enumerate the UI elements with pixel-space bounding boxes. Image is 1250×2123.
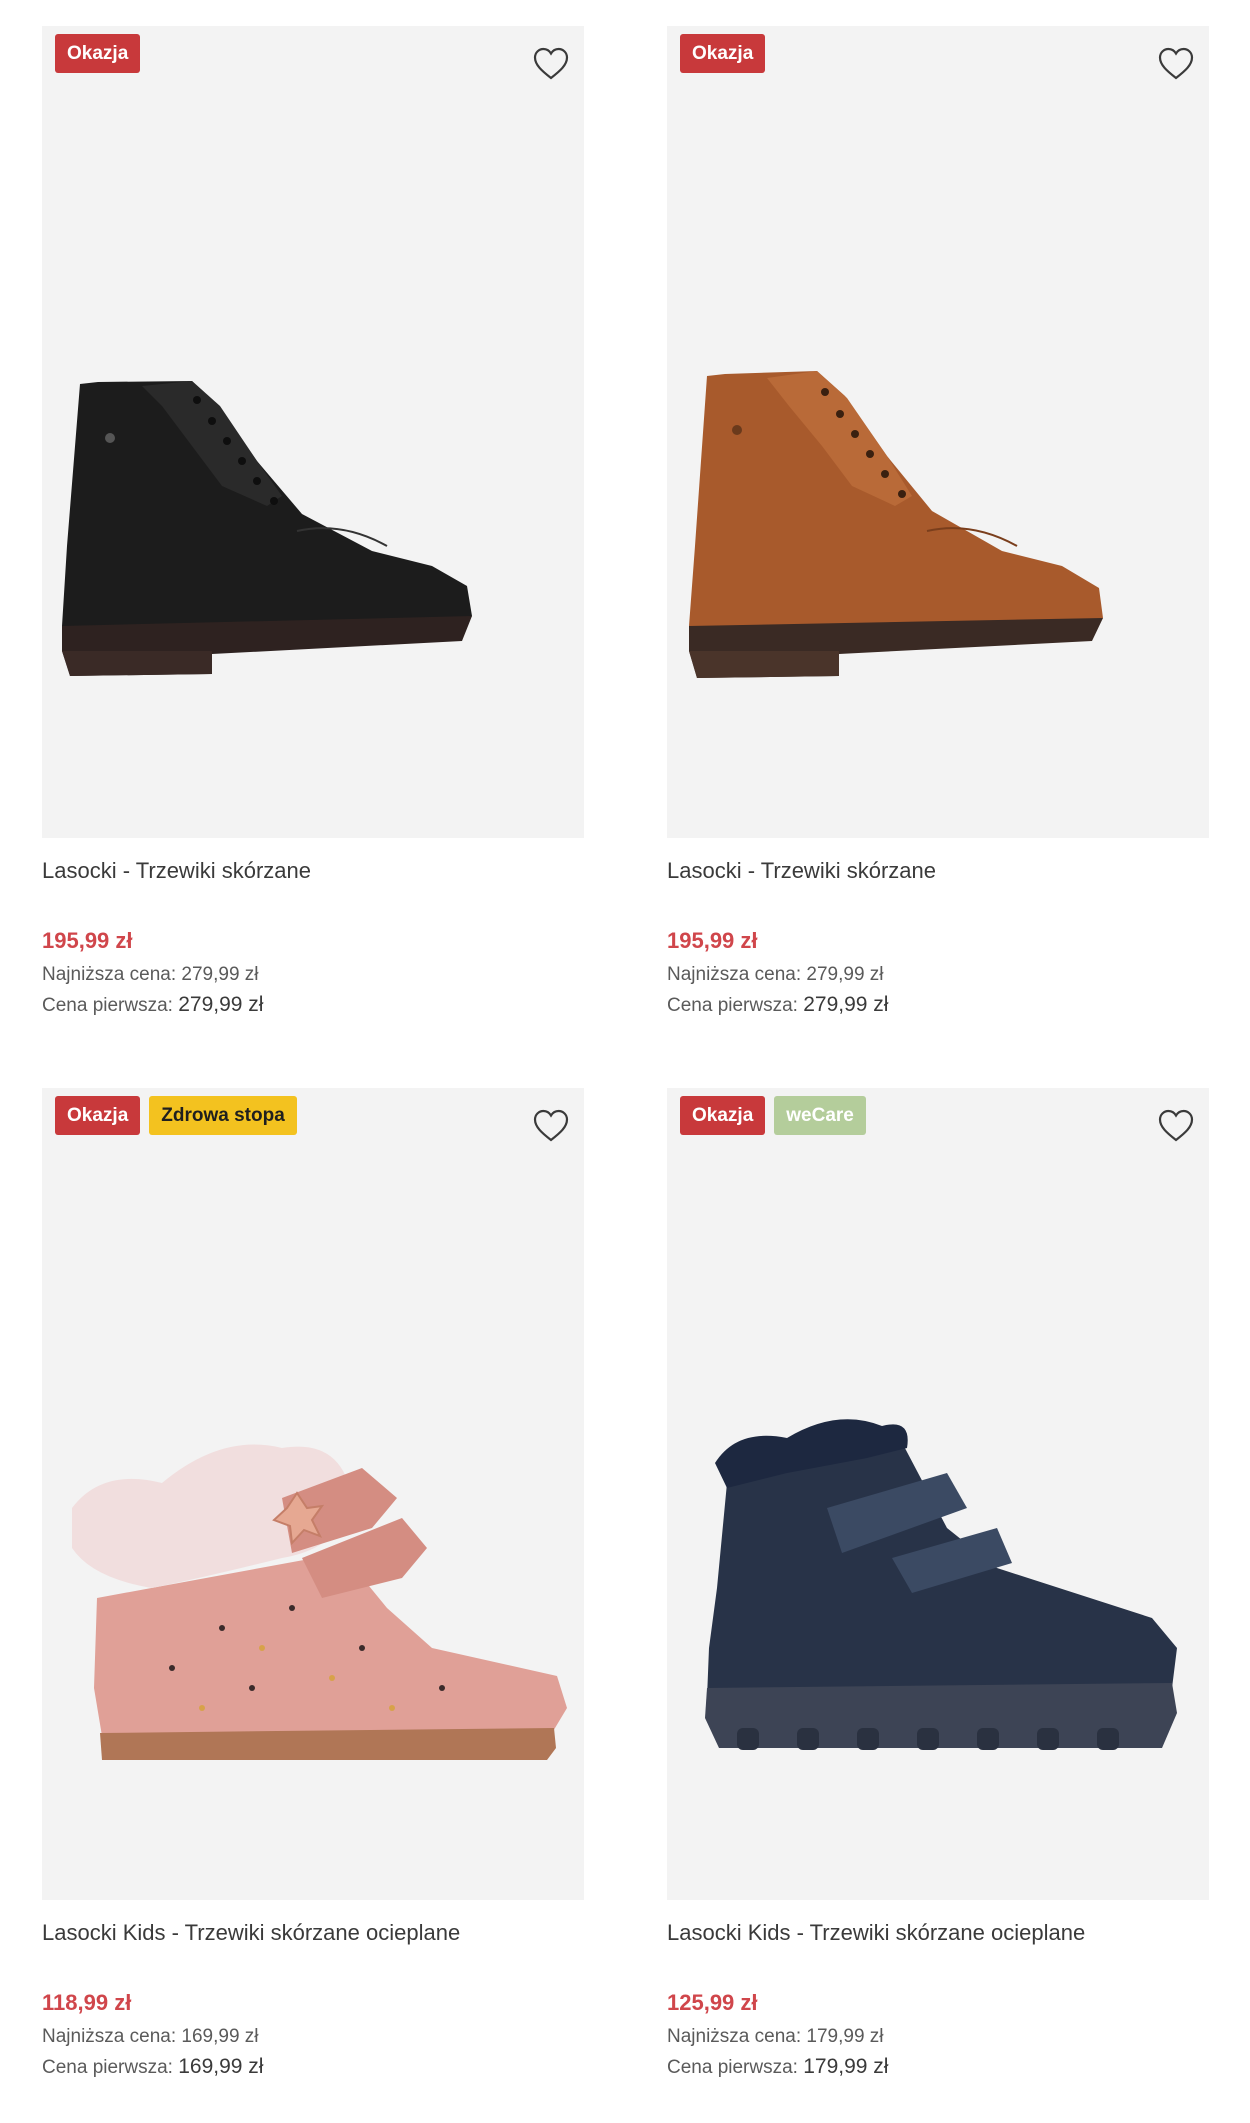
pink-kids-boot-image: [72, 1444, 567, 1760]
wishlist-button[interactable]: [1157, 1108, 1195, 1144]
lowest-price-label: Najniższa cena:: [667, 2026, 802, 2047]
badge-okazja: Okazja: [55, 1096, 141, 1135]
badge-group: Okazja Zdrowa stopa: [55, 1096, 297, 1135]
original-price-label: Cena pierwsza:: [42, 2057, 173, 2078]
lowest-price-label: Najniższa cena:: [42, 2026, 177, 2047]
original-price: Cena pierwsza: 169,99 zł: [42, 2052, 584, 2083]
badge-wecare: weCare: [774, 1096, 866, 1135]
product-card[interactable]: Okazja Zdrowa stopa Lasocki Kids - Trzewi…: [42, 1088, 584, 2083]
lowest-price: Najniższa cena: 179,99 zł: [667, 2022, 1209, 2052]
wishlist-button[interactable]: [532, 1108, 570, 1144]
lowest-price: Najniższa cena: 279,99 zł: [667, 960, 1209, 990]
product-image[interactable]: Okazja Zdrowa stopa: [42, 1088, 584, 1900]
lowest-price-label: Najniższa cena:: [667, 964, 802, 985]
brown-leather-boot-image: [689, 371, 1103, 678]
product-price: 195,99 zł: [42, 928, 133, 953]
heart-outline-icon: [533, 47, 569, 80]
badge-group: Okazja weCare: [680, 1096, 866, 1135]
product-price: 125,99 zł: [667, 1990, 758, 2015]
product-image[interactable]: Okazja weCare: [667, 1088, 1209, 1900]
original-price-value: 279,99 zł: [803, 993, 889, 1016]
product-card[interactable]: Okazja weCare Lasocki Kids - Trzewiki skó…: [667, 1088, 1209, 2083]
original-price: Cena pierwsza: 279,99 zł: [667, 990, 1209, 1021]
original-price-label: Cena pierwsza:: [667, 995, 798, 1016]
lowest-price-label: Najniższa cena:: [42, 964, 177, 985]
lowest-price-value: 179,99 zł: [806, 2026, 884, 2047]
wishlist-button[interactable]: [532, 46, 570, 82]
original-price: Cena pierwsza: 179,99 zł: [667, 2052, 1209, 2083]
lowest-price: Najniższa cena: 169,99 zł: [42, 2022, 584, 2052]
lowest-price-value: 279,99 zł: [806, 964, 884, 985]
black-leather-boot-image: [62, 381, 472, 676]
product-title[interactable]: Lasocki - Trzewiki skórzane: [42, 856, 584, 886]
badge-group: Okazja: [55, 34, 141, 73]
badge-okazja: Okazja: [55, 34, 141, 73]
badge-okazja: Okazja: [680, 34, 766, 73]
original-price-value: 169,99 zł: [178, 2055, 264, 2078]
product-card[interactable]: Okazja Lasocki - Trzewiki skórzane 195,9…: [42, 26, 584, 1021]
lowest-price-value: 169,99 zł: [181, 2026, 259, 2047]
badge-okazja: Okazja: [680, 1096, 766, 1135]
badge-zdrowa: Zdrowa stopa: [149, 1096, 297, 1135]
product-image[interactable]: Okazja: [42, 26, 584, 838]
heart-outline-icon: [1158, 1109, 1194, 1142]
original-price-value: 279,99 zł: [178, 993, 264, 1016]
lowest-price-value: 279,99 zł: [181, 964, 259, 985]
badge-group: Okazja: [680, 34, 766, 73]
original-price: Cena pierwsza: 279,99 zł: [42, 990, 584, 1021]
product-price: 118,99 zł: [42, 1990, 132, 2015]
product-title[interactable]: Lasocki - Trzewiki skórzane: [667, 856, 1209, 886]
product-card[interactable]: Okazja Lasocki - Trzewiki skórzane 195,9…: [667, 26, 1209, 1021]
navy-kids-boot-image: [705, 1419, 1177, 1750]
product-price: 195,99 zł: [667, 928, 758, 953]
original-price-label: Cena pierwsza:: [667, 2057, 798, 2078]
heart-outline-icon: [1158, 47, 1194, 80]
product-title[interactable]: Lasocki Kids - Trzewiki skórzane ociepla…: [667, 1918, 1209, 1948]
lowest-price: Najniższa cena: 279,99 zł: [42, 960, 584, 990]
product-image[interactable]: Okazja: [667, 26, 1209, 838]
original-price-value: 179,99 zł: [803, 2055, 889, 2078]
product-grid: Okazja Lasocki - Trzewiki skórzane 195,9…: [0, 0, 1250, 2123]
product-title[interactable]: Lasocki Kids - Trzewiki skórzane ociepla…: [42, 1918, 584, 1948]
heart-outline-icon: [533, 1109, 569, 1142]
wishlist-button[interactable]: [1157, 46, 1195, 82]
original-price-label: Cena pierwsza:: [42, 995, 173, 1016]
